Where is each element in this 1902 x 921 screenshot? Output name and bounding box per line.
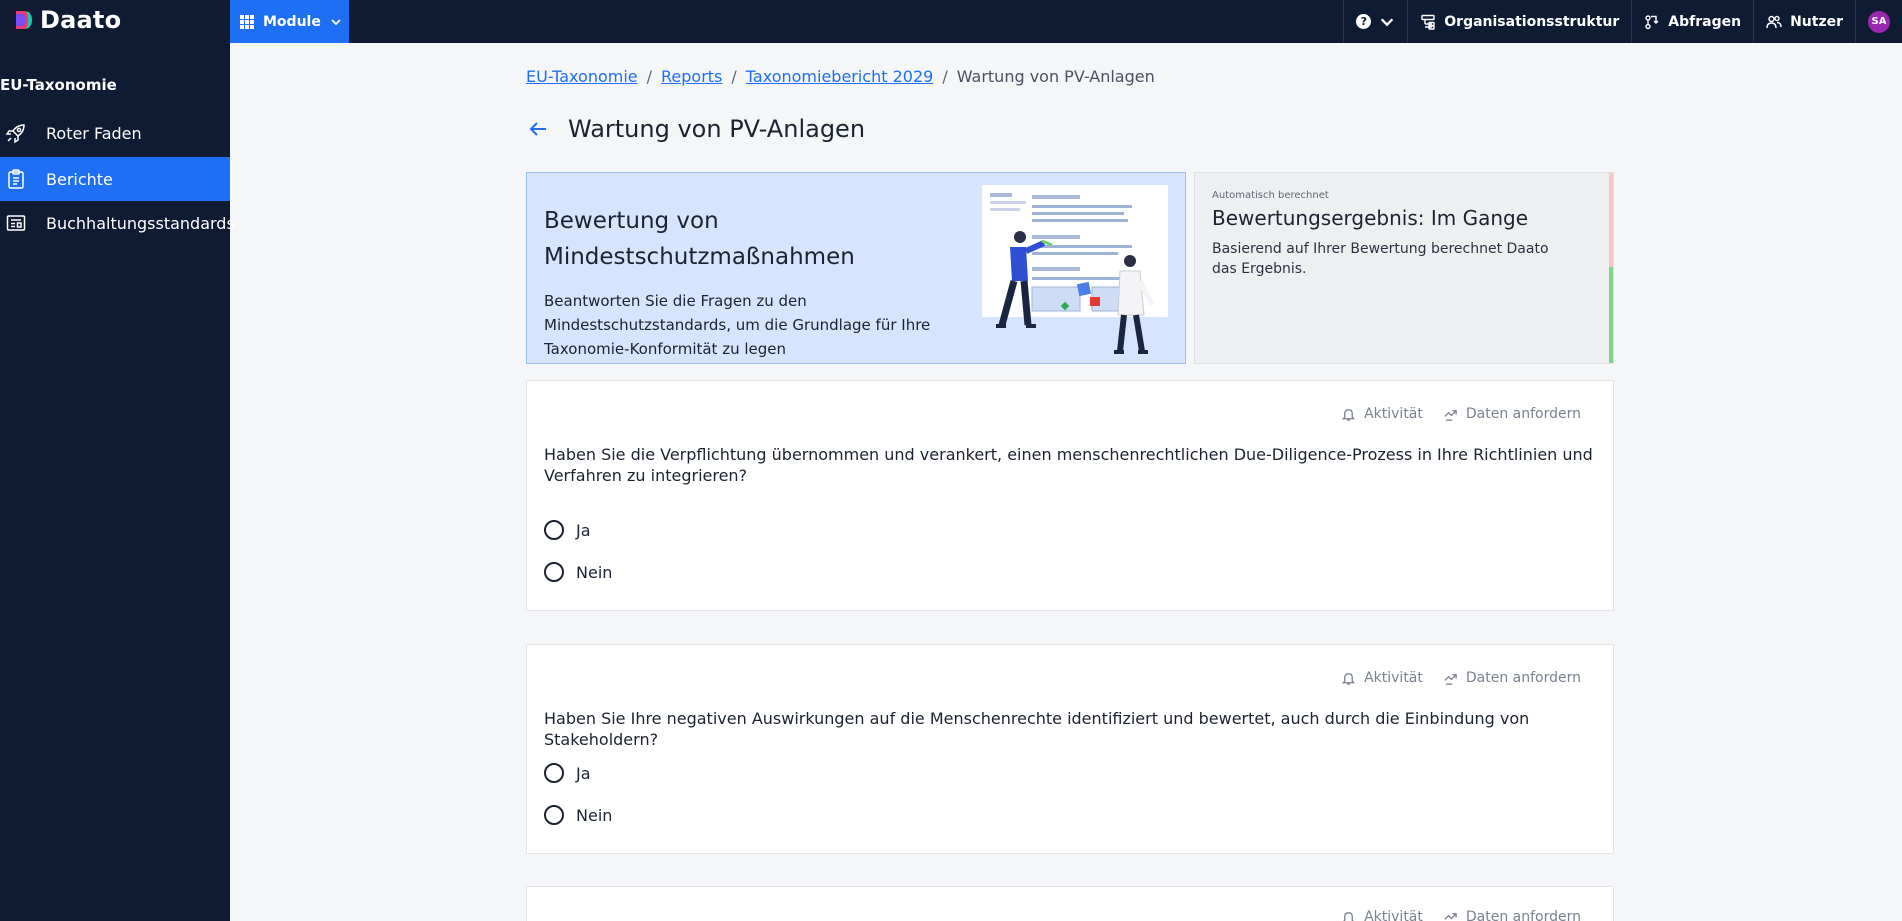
result-status-bar-green [1609,267,1613,363]
option-label: Ja [576,763,591,783]
top-nav-right: ? Organisationsstruktur Abfragen Nutzer … [1343,0,1902,43]
breadcrumb-link-taxonomiebericht[interactable]: Taxonomiebericht 2029 [746,67,934,86]
sidebar-item-buchhaltungsstandards[interactable]: Buchhaltungsstandards [0,201,235,245]
question-actions: Aktivität Daten anfordern [1341,670,1581,686]
request-data-button[interactable]: Daten anfordern [1443,406,1581,422]
option-label: Ja [576,520,591,540]
activity-button[interactable]: Aktivität [1341,670,1423,686]
option-label: Nein [576,562,613,582]
user-menu-button[interactable]: SA [1855,0,1902,43]
question-actions: Aktivität Daten anfordern [1341,909,1581,921]
top-navigation-bar: Daato Module ? Organisationsstruktur Abf… [0,0,1902,43]
radio-button[interactable] [544,805,564,825]
activity-label: Aktivität [1364,909,1423,921]
bell-icon [1341,672,1356,685]
page-title: Wartung von PV-Anlagen [568,115,866,143]
result-title: Bewertungsergebnis: Im Gange [1212,206,1529,230]
assessment-banner: Bewertung von Mindestschutzmaßnahmen Bea… [526,172,1186,364]
question-text: Haben Sie Ihre negativen Auswirkungen au… [544,709,1530,749]
request-data-label: Daten anfordern [1465,909,1581,921]
users-icon [1766,15,1782,28]
help-menu-button[interactable]: ? [1343,0,1407,43]
sidebar-item-roter-faden[interactable]: Roter Faden [0,111,230,155]
chevron-down-icon [331,18,341,25]
breadcrumb-separator: / [731,67,737,86]
apps-grid-icon [240,14,254,29]
request-data-button[interactable]: Daten anfordern [1443,909,1581,921]
ledger-icon [6,215,26,231]
banner-description: Beantworten Sie die Fragen zu den Mindes… [544,292,931,358]
question-text: Haben Sie die Verpflichtung übernommen u… [544,445,1593,485]
nav-organisationsstruktur[interactable]: Organisationsstruktur [1407,0,1631,43]
breadcrumb-separator: / [646,67,653,86]
request-data-label: Daten anfordern [1465,406,1581,422]
activity-button[interactable]: Aktivität [1341,909,1423,921]
request-data-button[interactable]: Daten anfordern [1443,670,1581,686]
sidebar: EU-Taxonomie Roter Faden Berichte Buchha… [0,43,235,921]
request-hand-icon [1444,673,1457,685]
nav-nutzer[interactable]: Nutzer [1753,0,1855,43]
clipboard-icon [8,169,24,189]
sidebar-title: EU-Taxonomie [0,76,117,94]
answer-option-nein[interactable]: Nein [544,562,612,582]
requests-icon [1645,14,1659,29]
activity-button[interactable]: Aktivität [1341,406,1423,422]
radio-button[interactable] [544,520,564,540]
question-card: Aktivität Daten anfordern Haben Sie Ihre… [526,644,1614,854]
breadcrumb-link-eu-taxonomie[interactable]: EU-Taxonomie [526,67,638,86]
breadcrumb: EU-Taxonomie / Reports / Taxonomieberich… [526,67,1155,86]
breadcrumb-separator: / [942,67,948,86]
bell-icon [1341,408,1356,421]
radio-button[interactable] [544,562,564,582]
activity-label: Aktivität [1364,406,1423,422]
answer-option-ja[interactable]: Ja [544,763,591,783]
banner-title: Bewertung von Mindestschutzmaßnahmen [544,208,855,270]
org-structure-icon [1421,14,1435,30]
sidebar-item-label: Roter Faden [46,123,142,143]
result-caption: Automatisch berechnet [1212,190,1329,201]
bell-icon [1342,911,1355,921]
result-description: Basierend auf Ihrer Bewertung berechnet … [1212,241,1549,277]
rocket-icon [5,124,25,144]
question-card: Aktivität Daten anfordern [526,886,1614,921]
back-arrow-icon[interactable] [526,117,550,141]
question-actions: Aktivität Daten anfordern [1341,406,1581,422]
chevron-down-icon [1381,17,1394,26]
breadcrumb-current: Wartung von PV-Anlagen [956,67,1155,86]
document-review-illustration [982,185,1168,354]
question-card: Aktivität Daten anfordern Haben Sie die … [526,380,1614,611]
sidebar-item-label: Berichte [46,169,113,189]
sidebar-item-label: Buchhaltungsstandards [46,213,235,233]
nav-label: Organisationsstruktur [1444,13,1620,30]
nav-label: Nutzer [1790,13,1843,30]
daato-logo[interactable]: Daato [14,6,121,34]
activity-label: Aktivität [1364,670,1423,686]
breadcrumb-link-reports[interactable]: Reports [661,67,722,86]
brand-name: Daato [40,6,122,34]
radio-button[interactable] [544,763,564,783]
sidebar-item-berichte[interactable]: Berichte [0,157,230,201]
option-label: Nein [576,805,613,825]
answer-option-nein[interactable]: Nein [544,805,612,825]
nav-label: Abfragen [1668,13,1742,30]
request-hand-icon [1444,912,1457,920]
request-data-label: Daten anfordern [1465,670,1581,686]
request-hand-icon [1444,409,1457,421]
nav-abfragen[interactable]: Abfragen [1631,0,1753,43]
result-status-bar-red [1609,173,1613,267]
daato-logo-icon [16,11,32,29]
help-icon: ? [1356,14,1372,29]
page-header: Wartung von PV-Anlagen [526,115,865,143]
assessment-result-card: Automatisch berechnet Bewertungsergebnis… [1194,172,1614,364]
answer-option-ja[interactable]: Ja [544,520,591,540]
module-label: Module [263,13,321,30]
avatar: SA [1868,10,1890,33]
module-menu-button[interactable]: Module [230,0,349,43]
